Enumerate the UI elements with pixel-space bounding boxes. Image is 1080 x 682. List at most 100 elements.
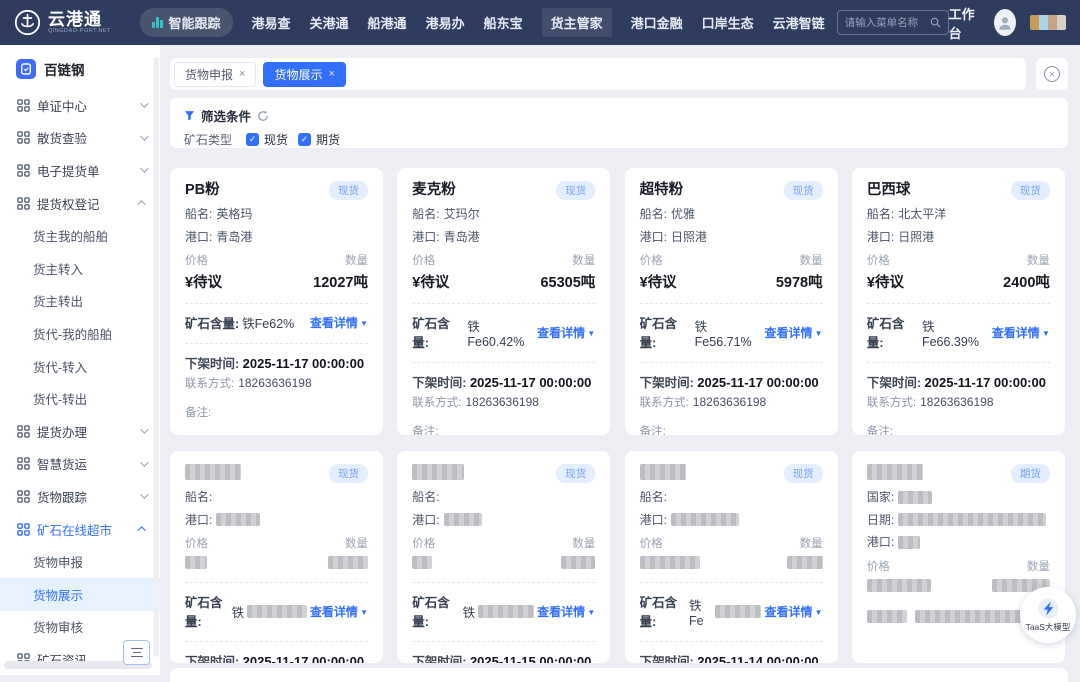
view-details-link[interactable]: 查看详情 ▼ [764, 603, 822, 620]
redacted-text [898, 513, 1047, 526]
view-details-link[interactable]: 查看详情 ▼ [992, 324, 1050, 341]
ore-content-label: 矿石含量: [185, 596, 223, 629]
quantity-value: 65305吨 [540, 275, 596, 291]
sidebar-item-3[interactable]: 电子提货单 [0, 154, 160, 187]
ore-content-label: 矿石含量: [639, 317, 678, 350]
field-label: 船名: [185, 490, 213, 504]
app-logo[interactable]: 云港通 QINGDAO-PORT.NET [14, 9, 132, 36]
view-details-label: 查看详情 [764, 325, 813, 340]
checkbox-checked-icon[interactable]: ✓ [246, 133, 260, 146]
sidebar-item-2[interactable]: 散货查验 [0, 122, 160, 155]
menu-search-box[interactable] [836, 10, 949, 35]
offshelf-time-row: 下架时间: 2025-11-17 00:00:00 [412, 372, 595, 391]
view-details-link[interactable]: 查看详情 ▼ [537, 324, 595, 341]
checkbox-checked-icon[interactable]: ✓ [298, 133, 312, 146]
nav-item-5[interactable]: 港易办 [426, 13, 465, 32]
sidebar-item-9[interactable]: 货代-转入 [0, 350, 160, 383]
sidebar-vertical-scrollbar[interactable] [154, 57, 159, 657]
note-row: 备注: [639, 426, 666, 435]
quantity-column: 数量 [328, 535, 368, 571]
sidebar-item-label: 货代-转出 [33, 393, 88, 408]
sidebar-item-14[interactable]: 矿石在线超市 [0, 513, 160, 546]
nav-item-8[interactable]: 港口金融 [631, 13, 683, 32]
nav-item-3[interactable]: 关港通 [310, 13, 349, 32]
contact-value: 18263636198 [238, 376, 312, 390]
view-details-link[interactable]: 查看详情 ▼ [537, 603, 595, 620]
sidebar-item-label: 货主我的船舶 [33, 230, 109, 245]
sidebar-item-17[interactable]: 货物审核 [0, 611, 160, 644]
nav-item-9[interactable]: 口岸生态 [702, 13, 754, 32]
sidebar-item-label: 货物跟踪 [37, 490, 88, 505]
tab-close-icon[interactable]: × [239, 68, 245, 80]
tab-close-icon[interactable]: × [328, 68, 334, 80]
offshelf-time-value: 2025-11-17 00:00:00 [924, 375, 1046, 390]
view-details-link[interactable]: 查看详情 ▼ [310, 603, 368, 620]
price-label: 价格 [412, 538, 436, 550]
offshelf-time-row: 下架时间: 2025-11-17 00:00:00 [185, 651, 368, 663]
cargo-field: 船名: [412, 490, 595, 504]
ore-content-label: 矿石含量: [412, 596, 450, 629]
dashed-divider [639, 362, 823, 363]
tab-label: 货物展示 [274, 67, 323, 82]
nav-item-6[interactable]: 船东宝 [484, 13, 523, 32]
cargo-card-4: 巴西球 现货 船名: 北太平洋 港口: 日照港 价格 ¥待议 数量 2400吨 矿石含量: 铁Fe66… [851, 168, 1065, 435]
close-all-tabs-button[interactable]: × [1036, 58, 1068, 90]
tab-1[interactable]: 货物申报 × [174, 61, 257, 87]
price-column: 价格 ¥待议 [412, 252, 449, 292]
dashed-divider [412, 362, 596, 363]
ore-content-row: 矿石含量: 铁 查看详情 ▼ [185, 592, 368, 630]
contact-value: 18263636198 [692, 395, 767, 409]
nav-item-7[interactable]: 货主管家 [541, 8, 612, 37]
sidebar-item-12[interactable]: 智慧货运 [0, 448, 160, 481]
nav-item-4[interactable]: 船港通 [368, 13, 407, 32]
view-details-link[interactable]: 查看详情 ▼ [764, 324, 822, 341]
search-icon[interactable] [930, 17, 941, 28]
price-value [639, 554, 700, 571]
avatar[interactable] [994, 9, 1017, 36]
sidebar-item-10[interactable]: 货代-转出 [0, 382, 160, 415]
sidebar-item-7[interactable]: 货主转出 [0, 285, 160, 318]
sidebar-collapse-button[interactable] [123, 640, 150, 665]
price-column: 价格 [185, 535, 208, 571]
chevron-down-icon [140, 458, 149, 467]
sidebar-item-4[interactable]: 提货权登记 [0, 187, 160, 220]
sidebar-item-11[interactable]: 提货办理 [0, 415, 160, 448]
field-label: 港口: [185, 512, 213, 527]
price-column: 价格 [639, 535, 700, 571]
tab-2[interactable]: 货物展示 × [263, 61, 346, 87]
sidebar-item-15[interactable]: 货物申报 [0, 545, 160, 578]
nav-item-label: 智能跟踪 [168, 16, 221, 31]
sidebar-item-1[interactable]: 单证中心 [0, 89, 160, 122]
menu-search-input[interactable] [844, 16, 926, 29]
price-value [866, 577, 931, 594]
workbench-link[interactable]: 工作台 [949, 4, 981, 42]
dashed-divider [866, 362, 1050, 363]
cargo-card-7: 现货 船名: 港口: 价格 数量 矿石含量: 铁Fe 查看详情 ▼ 下架时间: 2025-11-… [624, 451, 838, 663]
user-icon [999, 16, 1012, 30]
view-details-link[interactable]: 查看详情 ▼ [310, 314, 368, 331]
cargo-card-6: 现货 船名: 港口: 价格 数量 矿石含量: 铁 查看详情 ▼ 下架时间: 2025-11-15… [397, 451, 611, 663]
nav-item-10[interactable]: 云港智链 [773, 13, 825, 32]
offshelf-time-label: 下架时间: [412, 655, 470, 663]
grid-icon [17, 457, 30, 471]
filter-option-1[interactable]: ✓ 现货 [246, 131, 288, 148]
cargo-field: 船名: 优雅 [640, 207, 823, 221]
sidebar-item-5[interactable]: 货主我的船舶 [0, 219, 160, 252]
redacted-text [185, 556, 207, 569]
reset-refresh-icon[interactable] [257, 110, 269, 122]
nav-item-2[interactable]: 港易查 [252, 13, 291, 32]
sidebar-item-8[interactable]: 货代-我的船舶 [0, 317, 160, 350]
redacted-text [914, 609, 1033, 623]
contact-label: 联系方式: [639, 397, 689, 409]
redacted-text [328, 556, 368, 569]
sidebar-item-13[interactable]: 货物跟踪 [0, 480, 160, 513]
quantity-value [561, 554, 596, 571]
sidebar-item-16[interactable]: 货物展示 [0, 577, 160, 611]
sidebar-item-6[interactable]: 货主转入 [0, 252, 160, 285]
taas-float-button[interactable]: TaaS大模型 [1020, 587, 1076, 643]
filter-option-2[interactable]: ✓ 期货 [298, 131, 340, 148]
offshelf-time-value: 2025-11-17 00:00:00 [697, 375, 819, 390]
ore-content-row: 矿石含量: 铁Fe62% 查看详情 ▼ [185, 313, 368, 332]
nav-item-1[interactable]: 智能跟踪 [140, 8, 233, 37]
dropdown-arrow-icon: ▼ [357, 607, 368, 617]
